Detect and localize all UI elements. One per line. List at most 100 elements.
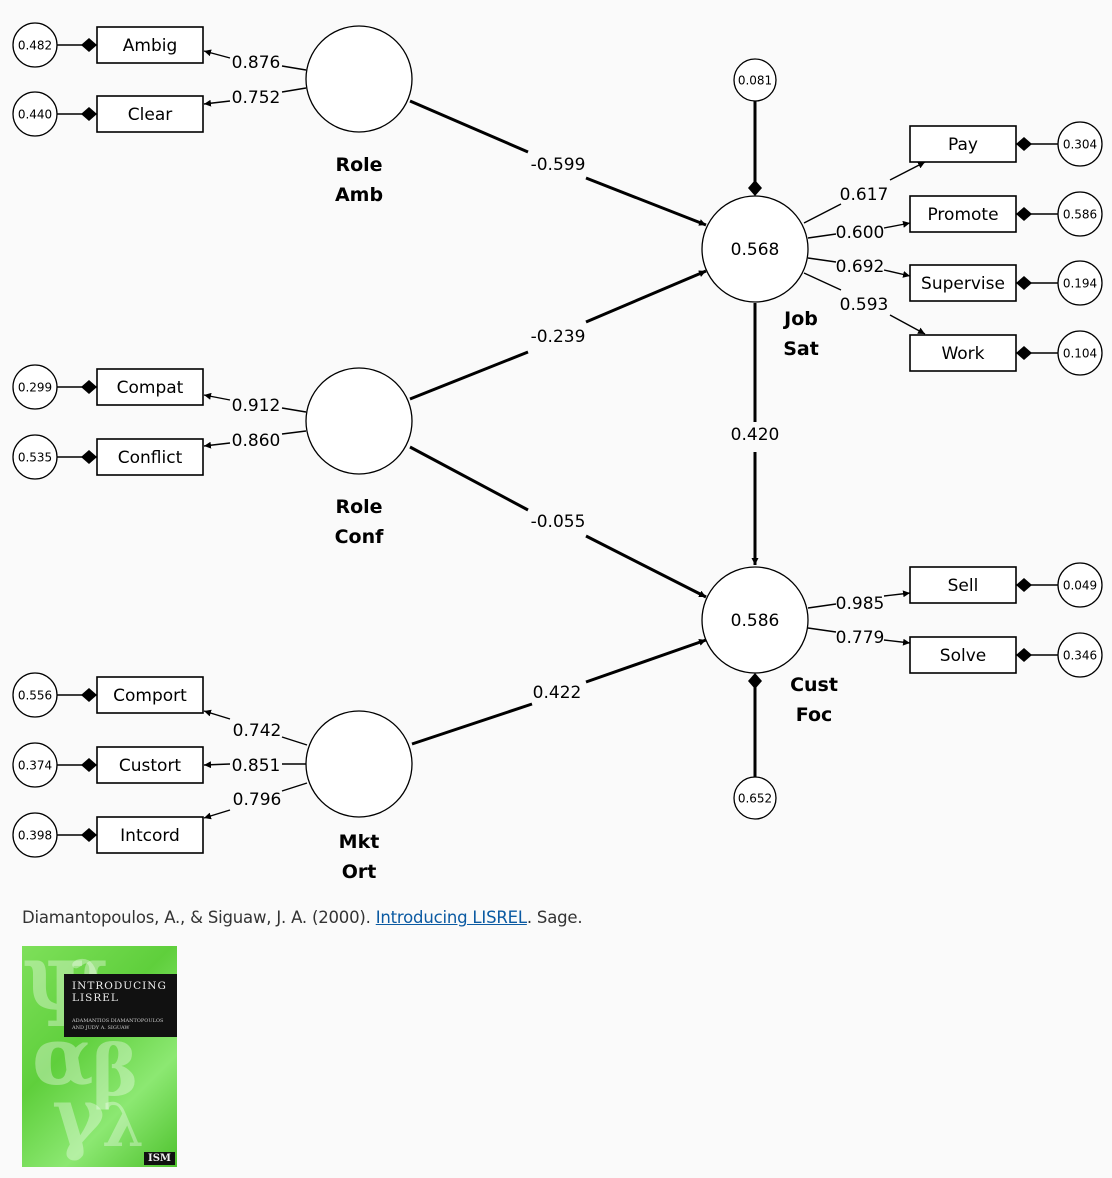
latent-label: Cust [790,674,838,696]
indicator-label: Intcord [120,826,180,846]
latent-circle-mktort [305,710,413,818]
loading-line-pay [803,203,842,224]
indicator-label: Ambig [123,36,178,56]
indicator-label: Solve [940,646,986,666]
loading-line-conflict [281,430,307,435]
path-line-roleconf-jobsat [409,350,529,401]
loading-arrow-custort [203,761,231,769]
error-value: 0.586 [1063,208,1097,222]
loading-arrow-pay [889,161,926,181]
path-coefficient: 0.420 [731,425,780,445]
indicator-label: Pay [948,135,978,155]
loading-value: 0.779 [836,628,885,648]
path-coefficient: -0.239 [531,327,586,347]
error-value: 0.398 [18,829,52,843]
loading-value: 0.876 [232,53,281,73]
loading-line-supervise [807,257,837,263]
path-line-mktort-custfoc [411,702,533,746]
path-arrow-roleconf-jobsat [585,269,707,324]
latent-r2-value: 0.586 [731,611,780,631]
loading-value: 0.692 [836,257,885,277]
loading-value: 0.742 [233,721,282,741]
indicator-label: Promote [927,205,998,225]
loading-arrow-compat [203,392,231,401]
path-coefficient: 0.422 [533,683,582,703]
indicator-label: Work [941,344,984,364]
latent-label: Sat [783,338,819,360]
loading-line-ambig [281,65,307,71]
path-arrow-roleamb-jobsat [585,176,707,227]
loading-value: 0.617 [840,185,889,205]
latent-circle-roleamb [305,25,413,133]
book-cover-image: Ψ ∂ α β γ λ INTRODUCING LISREL ADAMANTIO… [22,946,177,1167]
loading-value: 0.851 [232,756,281,776]
citation-authors: Diamantopoulos, A., & Siguaw, J. A. (200… [22,908,376,927]
diamond-icon [1016,578,1032,592]
loading-line-compat [281,407,307,413]
error-value: 0.374 [18,759,52,773]
loading-arrow-conflict [203,441,231,449]
disturbance-value: 0.652 [738,792,772,806]
citation-publisher: . Sage. [526,908,583,927]
loading-arrow-supervise [883,269,911,278]
loading-line-promote [807,233,837,239]
citation: Diamantopoulos, A., & Siguaw, J. A. (200… [22,908,583,927]
indicator-label: Clear [128,105,172,125]
indicator-label: Compat [117,378,184,398]
loading-arrow-sell [883,590,911,598]
diamond-icon [748,180,762,196]
error-value: 0.194 [1063,277,1097,291]
loading-arrow-work [889,314,926,335]
latent-label: Job [782,308,818,330]
indicator-label: Supervise [921,274,1005,294]
error-value: 0.304 [1063,138,1097,152]
disturbance-value: 0.081 [738,74,772,88]
latent-r2-value: 0.568 [731,240,780,260]
loading-line-comport [281,736,308,746]
loading-arrow-intcord [203,809,231,820]
path-coefficient: -0.055 [531,512,586,532]
loading-value: 0.600 [836,223,885,243]
latent-label: Mkt [339,831,380,853]
book-link[interactable]: Introducing LISREL [376,908,527,927]
diamond-icon [81,450,97,464]
error-value: 0.104 [1063,347,1097,361]
diamond-icon [81,758,97,772]
indicator-label: Comport [113,686,187,706]
diamond-icon [748,673,762,689]
diamond-icon [81,38,97,52]
path-line-roleamb-jobsat [409,99,529,154]
latent-label: Foc [796,704,833,726]
loading-value: 0.860 [232,431,281,451]
error-value: 0.556 [18,689,52,703]
loading-line-solve [807,627,837,633]
loading-line-intcord [281,782,308,792]
cover-authors: ADAMANTIOS DIAMANTOPOULOS AND JUDY A. SI… [72,1018,164,1031]
latent-label: Role [335,154,382,176]
cover-title: INTRODUCING LISREL [72,980,167,1004]
loading-value: 0.985 [836,594,885,614]
latent-label: Conf [335,526,385,548]
diamond-icon [81,688,97,702]
error-value: 0.346 [1063,649,1097,663]
sem-path-diagram: -0.599 -0.239 -0.055 0.422 0.420 0.081 0.652 0.… [12,22,1103,883]
loading-line-sell [807,603,837,609]
error-value: 0.049 [1063,579,1097,593]
path-coefficient: -0.599 [531,155,586,175]
indicator-label: Custort [119,756,182,776]
loading-value: 0.593 [840,295,889,315]
diamond-icon [1016,648,1032,662]
diamond-icon [81,828,97,842]
diamond-icon [1016,276,1032,290]
latent-label: Ort [342,861,377,883]
loading-arrow-solve [883,638,911,646]
indicator-label: Sell [948,576,979,596]
error-value: 0.535 [18,451,52,465]
loading-value: 0.796 [233,790,282,810]
latent-circle-roleconf [305,367,413,475]
loading-arrow-clear [203,99,231,107]
loading-value: 0.752 [232,88,281,108]
loading-arrow-promote [883,220,911,229]
path-arrow-mktort-custfoc [585,638,707,684]
loading-line-clear [281,87,307,93]
